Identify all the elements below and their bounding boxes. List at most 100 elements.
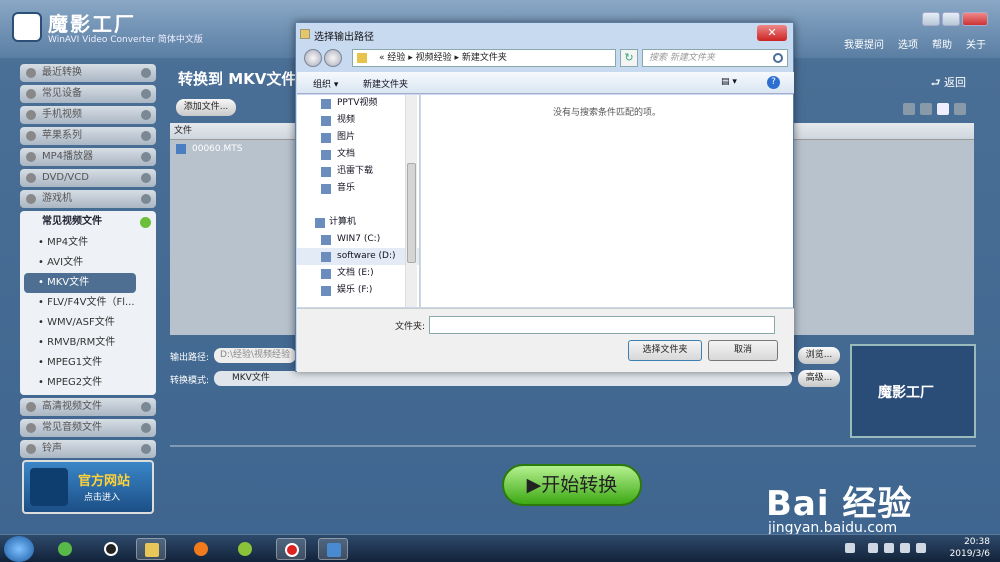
add-icon[interactable] (937, 103, 949, 115)
format-avi[interactable]: • AVI文件 (24, 253, 136, 273)
dialog-footer: 文件夹: 选择文件夹 取消 (297, 308, 794, 372)
sidebar-item-apple[interactable]: 苹果系列 (20, 127, 156, 145)
start-label: 开始转换 (541, 474, 618, 496)
move-up-icon[interactable] (903, 103, 915, 115)
forward-arrow-icon[interactable] (324, 49, 342, 67)
keyboard-icon[interactable] (845, 543, 855, 553)
tree-item[interactable]: 图片 (297, 129, 419, 146)
sidebar-item-devices[interactable]: 常见设备 (20, 85, 156, 103)
format-rmvb[interactable]: • RMVB/RM文件 (24, 333, 136, 353)
folder-label: 文件夹: (395, 322, 426, 332)
tree-item[interactable]: 迅雷下载 (297, 163, 419, 180)
player-icon (26, 152, 36, 162)
scroll-thumb[interactable] (407, 163, 416, 263)
browse-button[interactable]: 浏览... (798, 347, 840, 364)
app-logo-icon (30, 468, 68, 506)
dialog-title: 选择输出路径 (314, 32, 374, 43)
taskbar-app-player[interactable] (230, 538, 260, 560)
tree-item[interactable]: 文档 (297, 146, 419, 163)
taskbar-app-qq[interactable] (96, 538, 126, 560)
sidebar-group-header[interactable]: 常见视频文件 (20, 211, 156, 233)
taskbar-app-firefox[interactable] (186, 538, 216, 560)
advanced-button[interactable]: 高级... (798, 370, 840, 387)
taskbar-app-green[interactable] (50, 538, 80, 560)
music-icon (26, 423, 36, 433)
network-icon[interactable] (916, 543, 926, 553)
refresh-icon[interactable]: ↻ (620, 49, 638, 67)
output-path-field[interactable]: D:\经验\视频经验\新 (214, 348, 296, 363)
search-input[interactable]: 搜索 新建文件夹 (642, 49, 788, 67)
tree-item-drive[interactable]: software (D:) (297, 248, 419, 265)
help-icon[interactable]: ? (767, 76, 780, 89)
preview-logo-text: 魔影工厂 (878, 385, 934, 401)
select-folder-button[interactable]: 选择文件夹 (628, 340, 702, 361)
tree-label: 计算机 (329, 217, 357, 227)
taskbar-app-explorer[interactable] (136, 538, 166, 560)
start-convert-button[interactable]: ▶开始转换 (502, 464, 642, 506)
format-mpeg1[interactable]: • MPEG1文件 (24, 353, 136, 373)
format-flv[interactable]: • FLV/F4V文件（Fl... (24, 293, 136, 313)
folder-input[interactable] (429, 316, 775, 334)
menu-ask[interactable]: 我要提问 (844, 36, 884, 51)
format-mkv[interactable]: • MKV文件 (24, 273, 136, 293)
menu-options[interactable]: 选项 (898, 36, 918, 51)
format-mpeg2[interactable]: • MPEG2文件 (24, 373, 136, 393)
view-options-icon[interactable]: ▤ ▾ (721, 77, 737, 87)
dialog-close-button[interactable]: ✕ (757, 25, 787, 41)
sidebar-item-recent[interactable]: 最近转换 (20, 64, 156, 82)
official-site-banner[interactable]: 官方网站 点击进入 (22, 460, 154, 514)
tree-item-computer[interactable]: 计算机 (297, 214, 419, 231)
sidebar-item-hd[interactable]: 高清视频文件 (20, 398, 156, 416)
maximize-button[interactable] (942, 12, 960, 26)
sidebar-item-phone[interactable]: 手机视频 (20, 106, 156, 124)
sidebar-item-label: 手机视频 (42, 109, 82, 120)
clock[interactable]: 20:38 2019/3/6 (950, 536, 990, 560)
add-file-button[interactable]: 添加文件... (176, 99, 236, 116)
app-logo-icon (12, 12, 42, 42)
organize-button[interactable]: 组织 ▾ (313, 77, 338, 90)
taskbar-app-recorder[interactable] (276, 538, 306, 560)
remove-icon[interactable] (954, 103, 966, 115)
sidebar-item-game[interactable]: 游戏机 (20, 190, 156, 208)
sidebar-item-ringtone[interactable]: 铃声 (20, 440, 156, 458)
format-mp4[interactable]: • MP4文件 (24, 233, 136, 253)
sidebar-item-mp4-player[interactable]: MP4播放器 (20, 148, 156, 166)
tree-item[interactable]: PPTV视频 (297, 95, 419, 112)
format-wmv[interactable]: • WMV/ASF文件 (24, 313, 136, 333)
tree-scrollbar[interactable] (405, 95, 417, 307)
move-down-icon[interactable] (920, 103, 932, 115)
menu-help[interactable]: 帮助 (932, 36, 952, 51)
top-menu: 我要提问 选项 帮助 关于 (844, 36, 986, 51)
navigation-bar: « 经验 ▸ 视频经验 ▸ 新建文件夹 ↻ 搜索 新建文件夹 (300, 47, 790, 69)
new-folder-button[interactable]: 新建文件夹 (363, 77, 408, 90)
sidebar-item-dvd[interactable]: DVD/VCD (20, 169, 156, 187)
back-arrow-icon[interactable] (304, 49, 322, 67)
taskbar-app-winavi[interactable] (318, 538, 348, 560)
cancel-button[interactable]: 取消 (708, 340, 778, 361)
firefox-icon (194, 542, 208, 556)
tree-label: 图片 (337, 132, 356, 142)
tree-item[interactable]: 视频 (297, 112, 419, 129)
close-button[interactable] (962, 12, 988, 26)
tree-item-drive[interactable]: 娱乐 (F:) (297, 282, 419, 299)
sidebar-item-audio[interactable]: 常见音频文件 (20, 419, 156, 437)
flag-icon[interactable] (884, 543, 894, 553)
record-icon (285, 543, 299, 557)
computer-icon (315, 218, 325, 228)
search-icon (773, 53, 783, 63)
mode-select[interactable]: MKV文件 (214, 371, 792, 386)
tree-item[interactable]: 音乐 (297, 180, 419, 197)
sidebar-item-label: 铃声 (42, 443, 62, 454)
address-bar[interactable]: « 经验 ▸ 视频经验 ▸ 新建文件夹 (352, 49, 616, 67)
minimize-button[interactable] (922, 12, 940, 26)
tree-item-drive[interactable]: 文档 (E:) (297, 265, 419, 282)
windows-start-icon[interactable] (4, 536, 34, 562)
tree-label: PPTV视频 (337, 98, 378, 108)
back-button[interactable]: ⮐ 返回 (931, 74, 966, 93)
menu-about[interactable]: 关于 (966, 36, 986, 51)
tree-item-drive[interactable]: WIN7 (C:) (297, 231, 419, 248)
tray-arrow-icon[interactable] (868, 543, 878, 553)
volume-icon[interactable] (900, 543, 910, 553)
clock-time: 20:38 (964, 537, 990, 547)
